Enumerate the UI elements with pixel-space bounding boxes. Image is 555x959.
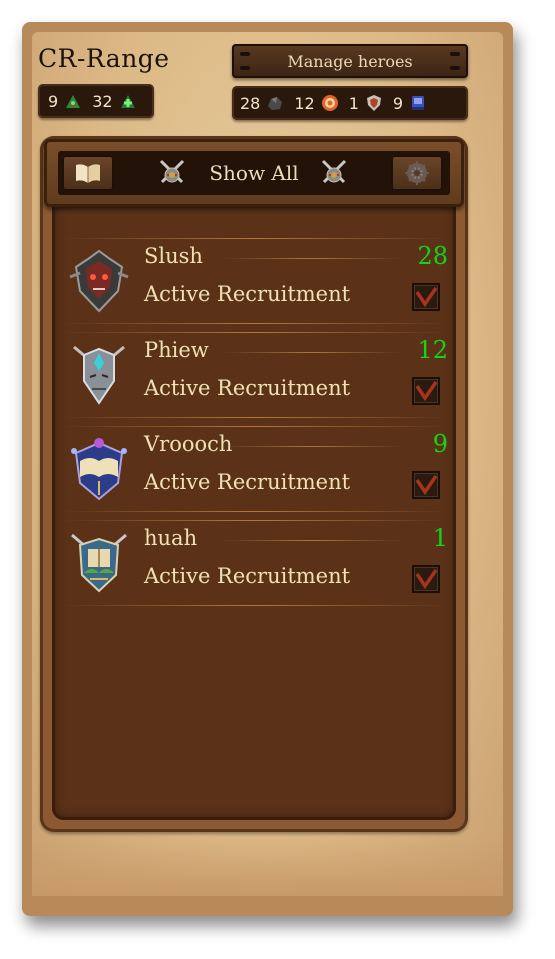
row-divider: [62, 332, 448, 333]
name-divider: [222, 352, 402, 353]
checkmark-icon: [415, 287, 438, 308]
hero-status: Active Recruitment: [144, 564, 351, 588]
rivet: [450, 66, 460, 70]
resource-value: 28: [240, 93, 261, 113]
resource-bar-left: 9 32: [38, 84, 154, 118]
row-divider: [62, 605, 448, 606]
row-divider: [62, 520, 448, 521]
nature-tome-crest-icon: [71, 533, 127, 593]
demon-skull-crest-icon: [69, 249, 129, 313]
crossed-swords-icon: [321, 159, 347, 184]
checkmark-icon: [415, 569, 438, 590]
recruitment-checkbox[interactable]: [412, 471, 440, 499]
row-divider: [62, 426, 448, 427]
hero-row[interactable]: Phiew 12 Active Recruitment: [62, 332, 448, 418]
recruitment-checkbox[interactable]: [412, 565, 440, 593]
page-title: CR-Range: [38, 44, 170, 73]
resource-value: 9: [392, 93, 404, 113]
resource-bar-right: 28 12 1 9: [232, 86, 468, 120]
crossed-swords-icon: [159, 159, 185, 184]
hero-count: 28: [417, 242, 448, 270]
hero-name: huah: [144, 526, 198, 550]
rivet: [240, 52, 250, 56]
row-divider: [62, 323, 448, 324]
row-divider: [62, 417, 448, 418]
name-divider: [222, 446, 402, 447]
shield-icon: [365, 94, 383, 112]
manage-heroes-button[interactable]: Manage heroes: [232, 44, 468, 78]
hero-count: 9: [432, 430, 448, 458]
row-divider: [62, 511, 448, 512]
recruitment-checkbox[interactable]: [412, 377, 440, 405]
resource-value: 1: [348, 93, 359, 113]
codex-button[interactable]: [62, 155, 114, 191]
hero-row[interactable]: Slush 28 Active Recruitment: [62, 238, 448, 324]
resource-value: 9: [48, 91, 59, 111]
manage-heroes-label: Manage heroes: [287, 51, 413, 71]
target-icon: [321, 94, 339, 112]
checkmark-icon: [415, 381, 438, 402]
hero-name: Slush: [144, 244, 203, 268]
green-arrows-icon: [64, 92, 82, 110]
hero-name: Phiew: [144, 338, 209, 362]
hero-count: 12: [417, 336, 448, 364]
ore-rock-icon: [266, 94, 284, 112]
hero-status: Active Recruitment: [144, 470, 351, 494]
silver-mask-crest-icon: [73, 345, 125, 405]
hero-row[interactable]: huah 1 Active Recruitment: [62, 520, 448, 606]
green-plus-arrows-icon: [119, 92, 137, 110]
settings-button[interactable]: [391, 155, 443, 191]
hero-name: Vroooch: [144, 432, 233, 456]
rivet: [240, 66, 250, 70]
hero-status: Active Recruitment: [144, 376, 351, 400]
hero-count: 1: [432, 524, 448, 552]
resource-value: 32: [92, 91, 113, 111]
gear-emblem-icon: [405, 161, 429, 185]
recruitment-checkbox[interactable]: [412, 283, 440, 311]
arcane-book-crest-icon: [71, 438, 127, 501]
open-book-icon: [76, 164, 100, 183]
blue-tome-icon: [409, 94, 427, 112]
row-divider: [62, 238, 448, 239]
resource-value: 12: [294, 93, 315, 113]
name-divider: [222, 540, 402, 541]
hero-row[interactable]: Vroooch 9 Active Recruitment: [62, 426, 448, 512]
show-all-filter[interactable]: Show All: [200, 158, 308, 188]
rivet: [450, 52, 460, 56]
hero-status: Active Recruitment: [144, 282, 351, 306]
checkmark-icon: [415, 475, 438, 496]
name-divider: [222, 258, 402, 259]
